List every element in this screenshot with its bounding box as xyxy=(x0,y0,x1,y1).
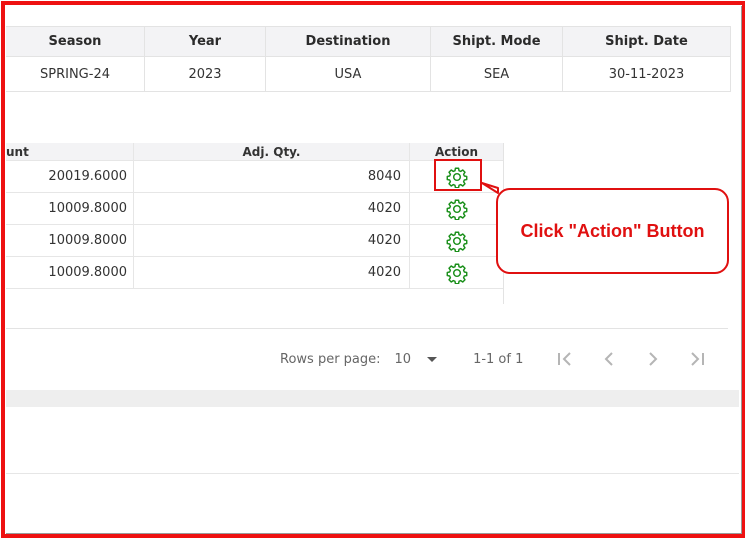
cell-amount: 20019.6000 xyxy=(6,161,134,192)
header-year: Year xyxy=(145,27,266,56)
next-page-icon[interactable] xyxy=(643,349,663,369)
callout-text: Click "Action" Button xyxy=(520,220,705,241)
order-summary-header: Season Year Destination Shipt. Mode Ship… xyxy=(6,26,731,57)
cell-adj-qty: 4020 xyxy=(134,225,410,256)
table-row: 20019.6000 8040 xyxy=(6,161,503,193)
frame-shadow xyxy=(741,6,745,536)
header-action: Action xyxy=(434,144,479,159)
header-shipt-mode: Shipt. Mode xyxy=(431,27,563,56)
rows-per-page-select[interactable]: 10 xyxy=(395,352,438,367)
action-cell xyxy=(410,257,503,288)
chevron-down-icon xyxy=(427,356,438,362)
section-band xyxy=(6,390,739,407)
cell-amount: 10009.8000 xyxy=(6,193,134,224)
prev-page-icon[interactable] xyxy=(599,349,619,369)
cell-season: SPRING-24 xyxy=(6,57,145,91)
gear-icon[interactable] xyxy=(446,262,468,284)
last-page-icon[interactable] xyxy=(687,349,707,369)
quantity-table-header: unt Adj. Qty. Action xyxy=(6,143,503,161)
header-amount: unt xyxy=(6,143,134,160)
header-season: Season xyxy=(6,27,145,56)
table-row: 10009.8000 4020 xyxy=(6,257,503,289)
cell-adj-qty: 4020 xyxy=(134,193,410,224)
header-shipt-date: Shipt. Date xyxy=(563,27,731,56)
header-adj-qty: Adj. Qty. xyxy=(134,143,410,160)
order-summary-table: Season Year Destination Shipt. Mode Ship… xyxy=(6,26,731,92)
gear-icon[interactable] xyxy=(446,166,468,188)
header-destination: Destination xyxy=(266,27,431,56)
table-row: 10009.8000 4020 xyxy=(6,225,503,257)
quantity-table: unt Adj. Qty. Action 20019.6000 8040 100… xyxy=(6,143,504,304)
divider xyxy=(6,473,739,474)
page-range: 1-1 of 1 xyxy=(473,351,524,367)
divider xyxy=(6,328,728,329)
rows-per-page-value: 10 xyxy=(394,351,412,367)
rows-per-page-label: Rows per page: xyxy=(280,351,381,367)
cell-shipt-mode: SEA xyxy=(431,57,563,91)
cell-adj-qty: 4020 xyxy=(134,257,410,288)
action-cell xyxy=(410,225,503,256)
gear-icon[interactable] xyxy=(446,230,468,252)
callout-bubble: Click "Action" Button xyxy=(496,188,729,274)
first-page-icon[interactable] xyxy=(555,349,575,369)
cell-shipt-date: 30-11-2023 xyxy=(563,57,731,91)
gear-icon[interactable] xyxy=(446,198,468,220)
cell-amount: 10009.8000 xyxy=(6,257,134,288)
table-row: 10009.8000 4020 xyxy=(6,193,503,225)
table-row: SPRING-24 2023 USA SEA 30-11-2023 xyxy=(6,57,731,92)
pagination: Rows per page: 10 1-1 of 1 xyxy=(280,348,523,370)
cell-adj-qty: 8040 xyxy=(134,161,410,192)
cell-year: 2023 xyxy=(145,57,266,91)
cell-destination: USA xyxy=(266,57,431,91)
cell-amount: 10009.8000 xyxy=(6,225,134,256)
